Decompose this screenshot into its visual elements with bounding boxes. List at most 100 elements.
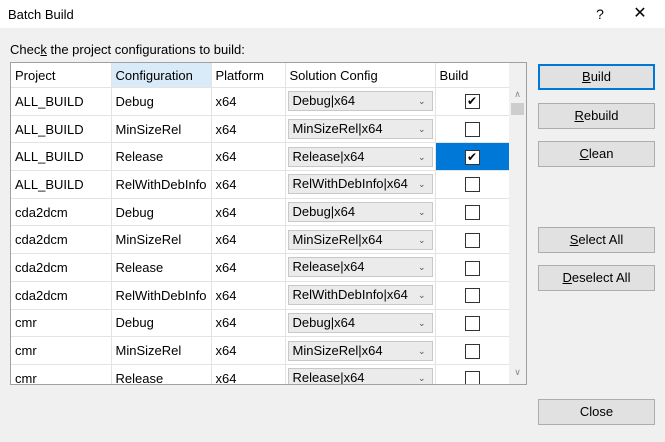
- build-checkbox[interactable]: [464, 371, 480, 384]
- cell-platform: x64: [211, 364, 286, 384]
- chevron-down-icon: ⌄: [417, 151, 426, 162]
- table-row[interactable]: cda2dcm Debug x64 Debug|x64 ⌄: [11, 198, 510, 227]
- configurations-grid[interactable]: Project Configuration Platform Solution …: [10, 62, 527, 385]
- table-row[interactable]: cmr Release x64 Release|x64 ⌄: [11, 364, 510, 385]
- solution-config-dropdown[interactable]: Debug|x64 ⌄: [287, 202, 433, 223]
- cell-build: [435, 225, 510, 255]
- cell-project: cda2dcm: [11, 198, 112, 227]
- cell-solution-config: Release|x64 ⌄: [285, 253, 436, 282]
- cell-project: cda2dcm: [11, 253, 112, 282]
- clean-button[interactable]: Clean: [538, 141, 655, 167]
- solution-config-value: Release|x64: [292, 259, 365, 275]
- build-checkbox[interactable]: [464, 260, 480, 276]
- chevron-down-icon: ⌄: [417, 96, 426, 107]
- close-icon[interactable]: ✕: [628, 3, 652, 25]
- solution-config-dropdown[interactable]: MinSizeRel|x64 ⌄: [287, 119, 433, 140]
- cell-solution-config: MinSizeRel|x64 ⌄: [285, 336, 436, 365]
- cell-configuration: Release: [111, 364, 212, 384]
- build-checkbox[interactable]: [464, 122, 480, 138]
- select-all-button[interactable]: Select All: [538, 227, 655, 253]
- table-row[interactable]: ALL_BUILD Release x64 Release|x64 ⌄ ✔: [11, 142, 510, 172]
- cell-build: ✔: [435, 142, 510, 172]
- solution-config-value: MinSizeRel|x64: [292, 342, 383, 358]
- build-checkbox[interactable]: [464, 288, 480, 304]
- column-header-solution-config[interactable]: Solution Config: [285, 63, 436, 88]
- cell-project: cmr: [11, 336, 112, 365]
- solution-config-value: RelWithDebInfo|x64: [292, 287, 408, 303]
- build-checkbox[interactable]: ✔: [464, 149, 480, 165]
- build-checkbox[interactable]: [464, 343, 480, 359]
- cell-platform: x64: [211, 253, 286, 282]
- table-row[interactable]: cmr MinSizeRel x64 MinSizeRel|x64 ⌄: [11, 336, 510, 365]
- column-header-configuration[interactable]: Configuration: [111, 63, 212, 88]
- chevron-down-icon: ⌄: [417, 345, 426, 356]
- solution-config-dropdown[interactable]: MinSizeRel|x64 ⌄: [287, 340, 433, 361]
- title-bar: Batch Build ? ✕: [0, 0, 665, 28]
- cell-platform: x64: [211, 87, 286, 116]
- cell-project: cda2dcm: [11, 225, 112, 255]
- solution-config-dropdown[interactable]: Release|x64 ⌄: [287, 146, 433, 167]
- solution-config-dropdown[interactable]: Debug|x64 ⌄: [287, 91, 433, 112]
- header-row: Project Configuration Platform Solution …: [11, 63, 510, 88]
- cell-solution-config: Debug|x64 ⌄: [285, 87, 436, 116]
- cell-platform: x64: [211, 225, 286, 255]
- solution-config-dropdown[interactable]: RelWithDebInfo|x64 ⌄: [287, 174, 433, 195]
- scroll-up-icon[interactable]: ∧: [509, 89, 526, 100]
- chevron-down-icon: ⌄: [417, 124, 426, 135]
- vertical-scrollbar[interactable]: ∧ ∨: [509, 63, 526, 384]
- cell-build: ✔: [435, 87, 510, 116]
- solution-config-value: MinSizeRel|x64: [292, 231, 383, 247]
- solution-config-dropdown[interactable]: Release|x64 ⌄: [287, 368, 433, 385]
- build-checkbox[interactable]: [464, 177, 480, 193]
- cell-configuration: Debug: [111, 87, 212, 116]
- cell-solution-config: MinSizeRel|x64 ⌄: [285, 225, 436, 255]
- cell-platform: x64: [211, 115, 286, 144]
- cell-project: cmr: [11, 309, 112, 338]
- solution-config-value: Debug|x64: [292, 314, 356, 330]
- chevron-down-icon: ⌄: [417, 262, 426, 273]
- solution-config-dropdown[interactable]: RelWithDebInfo|x64 ⌄: [287, 285, 433, 306]
- solution-config-dropdown[interactable]: Release|x64 ⌄: [287, 257, 433, 278]
- table-row[interactable]: ALL_BUILD MinSizeRel x64 MinSizeRel|x64 ⌄: [11, 115, 510, 144]
- cell-build: [435, 309, 510, 338]
- table-row[interactable]: cmr Debug x64 Debug|x64 ⌄: [11, 309, 510, 338]
- solution-config-value: Release|x64: [292, 148, 365, 164]
- cell-project: ALL_BUILD: [11, 142, 112, 172]
- table-row[interactable]: ALL_BUILD RelWithDebInfo x64 RelWithDebInfo…: [11, 170, 510, 199]
- cell-build: [435, 281, 510, 310]
- cell-solution-config: Release|x64 ⌄: [285, 364, 436, 385]
- help-button[interactable]: ?: [588, 3, 612, 25]
- cell-configuration: Release: [111, 142, 212, 172]
- cell-build: [435, 198, 510, 227]
- solution-config-value: Debug|x64: [292, 204, 356, 220]
- table-row[interactable]: cda2dcm Release x64 Release|x64 ⌄: [11, 253, 510, 282]
- column-header-platform[interactable]: Platform: [211, 63, 286, 88]
- table-row[interactable]: ALL_BUILD Debug x64 Debug|x64 ⌄ ✔: [11, 87, 510, 116]
- cell-build: [435, 253, 510, 282]
- cell-platform: x64: [211, 198, 286, 227]
- build-checkbox[interactable]: [464, 315, 480, 331]
- chevron-down-icon: ⌄: [417, 373, 426, 384]
- cell-configuration: MinSizeRel: [111, 115, 212, 144]
- deselect-all-button[interactable]: Deselect All: [538, 265, 655, 291]
- solution-config-value: RelWithDebInfo|x64: [292, 176, 408, 192]
- column-header-project[interactable]: Project: [11, 63, 112, 88]
- build-checkbox[interactable]: [464, 232, 480, 248]
- column-header-build[interactable]: Build: [435, 63, 510, 88]
- scroll-thumb[interactable]: [511, 103, 524, 115]
- scroll-down-icon[interactable]: ∨: [509, 367, 526, 378]
- close-button[interactable]: Close: [538, 399, 655, 425]
- rebuild-button[interactable]: Rebuild: [538, 103, 655, 129]
- solution-config-dropdown[interactable]: MinSizeRel|x64 ⌄: [287, 229, 433, 250]
- cell-solution-config: Debug|x64 ⌄: [285, 198, 436, 227]
- build-checkbox[interactable]: ✔: [464, 94, 480, 110]
- cell-configuration: MinSizeRel: [111, 225, 212, 255]
- build-checkbox[interactable]: [464, 205, 480, 221]
- cell-project: ALL_BUILD: [11, 115, 112, 144]
- table-row[interactable]: cda2dcm RelWithDebInfo x64 RelWithDebInfo|x…: [11, 281, 510, 310]
- table-row[interactable]: cda2dcm MinSizeRel x64 MinSizeRel|x64 ⌄: [11, 225, 510, 255]
- solution-config-value: Release|x64: [292, 370, 365, 385]
- build-button[interactable]: Build: [538, 64, 655, 90]
- solution-config-dropdown[interactable]: Debug|x64 ⌄: [287, 312, 433, 333]
- cell-build: [435, 115, 510, 144]
